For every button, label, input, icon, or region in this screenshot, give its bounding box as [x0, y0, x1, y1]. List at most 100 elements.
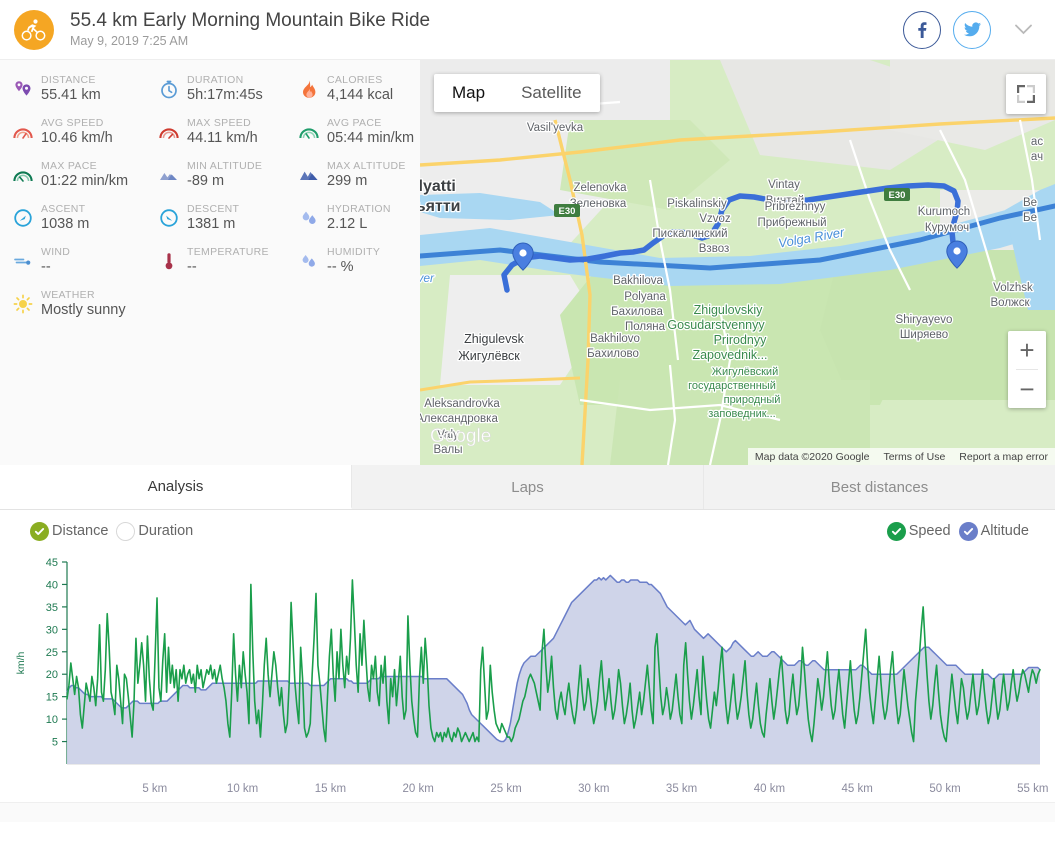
stat-label: HUMIDITY — [327, 246, 381, 258]
stat-label: DURATION — [187, 74, 244, 86]
map-zoom-controls[interactable]: + − — [1008, 331, 1046, 408]
stat-value: 2.12 L — [327, 216, 368, 232]
stat-ascent: ASCENT 1038 m — [10, 203, 156, 233]
distance-pin-icon — [10, 74, 36, 104]
stat-value: 55.41 km — [41, 87, 101, 103]
mountain-max-icon — [296, 160, 322, 190]
svg-text:10 km: 10 km — [227, 783, 258, 795]
stat-value: -89 m — [187, 173, 225, 189]
stat-grid: DISTANCE 55.41 km DURATION 5h:17m:45s CA… — [10, 74, 420, 319]
analysis-chart[interactable]: 5 10 15 20 25 30 35 40 45 km/h 5 km 10 km 15 km 20 km… — [0, 552, 1055, 802]
zoom-in-button[interactable]: + — [1008, 331, 1046, 369]
mountain-min-icon — [156, 160, 182, 190]
map-type-map[interactable]: Map — [434, 74, 503, 112]
toggle-label: Speed — [908, 523, 951, 539]
toggle-speed[interactable]: Speed — [886, 521, 951, 541]
svg-text:40: 40 — [46, 579, 58, 591]
stat-distance: DISTANCE 55.41 km — [10, 74, 156, 104]
svg-text:55 km: 55 km — [1017, 783, 1048, 795]
svg-text:50 km: 50 km — [929, 783, 960, 795]
mountain-bike-icon — [14, 9, 54, 50]
svg-text:25: 25 — [46, 647, 58, 659]
stat-label: WIND — [41, 246, 71, 258]
detail-tabs[interactable]: Analysis Laps Best distances — [0, 465, 1055, 510]
svg-text:10: 10 — [46, 714, 58, 726]
stat-value: 10.46 km/h — [41, 130, 113, 146]
toggle-altitude[interactable]: Altitude — [958, 521, 1029, 541]
svg-text:45: 45 — [46, 557, 58, 569]
svg-text:45 km: 45 km — [842, 783, 873, 795]
stat-value: 05:44 min/km — [327, 130, 415, 146]
stat-label: MIN ALTITUDE — [187, 160, 263, 172]
option-label: Distance — [52, 523, 109, 539]
stat-min-altitude: MIN ALTITUDE -89 m — [156, 160, 296, 190]
stat-value: 1381 m — [187, 216, 236, 232]
svg-text:5: 5 — [52, 737, 58, 749]
option-distance[interactable]: Distance — [30, 521, 109, 541]
radio-empty-icon — [116, 521, 136, 541]
summary-and-map: DISTANCE 55.41 km DURATION 5h:17m:45s CA… — [0, 60, 1055, 465]
svg-text:20 km: 20 km — [403, 783, 434, 795]
stat-value: 4,144 kcal — [327, 87, 394, 103]
svg-text:5 km: 5 km — [142, 783, 167, 795]
check-icon — [886, 521, 906, 541]
terms-of-use-link[interactable]: Terms of Use — [876, 451, 952, 463]
map-type-satellite[interactable]: Satellite — [503, 74, 599, 112]
stat-label: CALORIES — [327, 74, 383, 86]
stat-max-altitude: MAX ALTITUDE 299 m — [296, 160, 430, 190]
page-header: 55.4 km Early Morning Mountain Bike Ride… — [0, 0, 1055, 60]
stat-label: AVG SPEED — [41, 117, 104, 129]
page-footer — [0, 802, 1055, 822]
thermometer-icon — [156, 246, 182, 276]
tab-best-distances[interactable]: Best distances — [704, 465, 1055, 509]
route-map[interactable]: Vasil'yevka Tolyatti Тольятти Zelenovka Зеле… — [420, 60, 1055, 465]
facebook-share-button[interactable] — [903, 10, 941, 49]
activity-detail-page: 55.4 km Early Morning Mountain Bike Ride… — [0, 0, 1055, 844]
gauge-max-speed-icon — [156, 117, 182, 147]
map-attribution: Map data ©2020 Google Terms of Use Repor… — [747, 448, 1055, 465]
stat-label: DISTANCE — [41, 74, 96, 86]
fullscreen-icon[interactable] — [1006, 74, 1046, 114]
wind-icon — [10, 246, 36, 276]
chevron-down-icon[interactable] — [1009, 16, 1037, 44]
chart-svg: 5 10 15 20 25 30 35 40 45 km/h 5 km 10 km 15 km 20 km… — [15, 557, 1048, 795]
stat-label: DESCENT — [187, 203, 240, 215]
page-title: 55.4 km Early Morning Mountain Bike Ride — [70, 10, 431, 31]
tab-analysis[interactable]: Analysis — [0, 465, 352, 509]
svg-text:25 km: 25 km — [490, 783, 521, 795]
stopwatch-icon — [156, 74, 182, 104]
descent-icon — [156, 203, 182, 233]
map-copyright: Map data ©2020 Google — [754, 450, 870, 463]
stat-value: Mostly sunny — [41, 302, 126, 318]
svg-text:15 km: 15 km — [315, 783, 346, 795]
stat-value: -- — [187, 259, 197, 275]
stat-humidity: HUMIDITY -- % — [296, 246, 430, 276]
stat-max-pace: MAX PACE 01:22 min/km — [10, 160, 156, 190]
twitter-share-button[interactable] — [953, 10, 991, 49]
flame-icon — [296, 74, 322, 104]
svg-text:km/h: km/h — [15, 651, 27, 674]
map-type-switcher[interactable]: Map Satellite — [434, 74, 600, 112]
svg-text:35: 35 — [46, 602, 58, 614]
gauge-avg-speed-icon — [10, 117, 36, 147]
svg-text:Google: Google — [430, 426, 491, 447]
gauge-max-pace-icon — [10, 160, 36, 190]
start-marker — [512, 242, 534, 271]
hydration-drops-icon — [296, 203, 322, 233]
humidity-drops-icon — [296, 246, 322, 276]
stat-label: MAX ALTITUDE — [327, 160, 406, 172]
tab-laps[interactable]: Laps — [352, 465, 704, 509]
google-logo: Google — [430, 424, 502, 453]
series-toggles: Speed Altitude — [886, 521, 1029, 541]
stat-value: 299 m — [327, 173, 368, 189]
stat-descent: DESCENT 1381 m — [156, 203, 296, 233]
report-map-error-link[interactable]: Report a map error — [952, 451, 1055, 463]
zoom-out-button[interactable]: − — [1008, 370, 1046, 408]
option-duration[interactable]: Duration — [116, 521, 193, 541]
sun-icon — [10, 289, 36, 319]
share-buttons — [903, 10, 1041, 49]
toggle-label: Altitude — [980, 523, 1029, 539]
stat-value: -- — [41, 259, 51, 275]
svg-text:40 km: 40 km — [754, 783, 785, 795]
stat-label: WEATHER — [41, 289, 95, 301]
